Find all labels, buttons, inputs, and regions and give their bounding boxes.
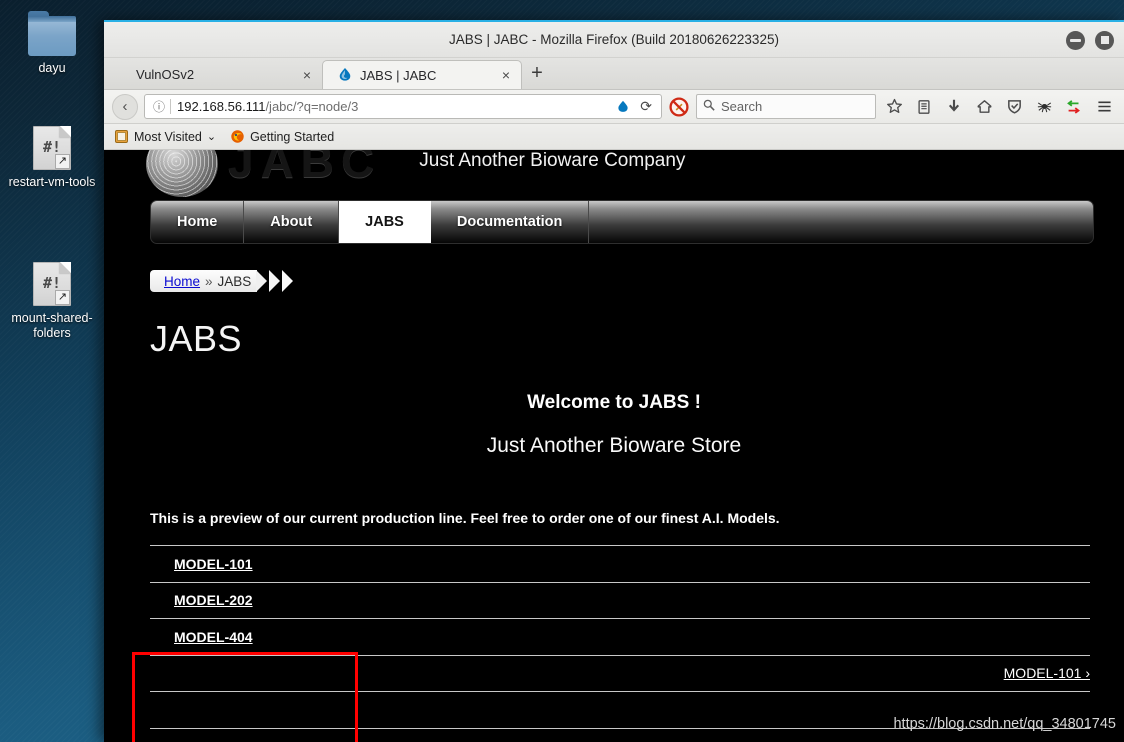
table-row: MODEL-404 xyxy=(150,618,1090,655)
desktop-icon-label: dayu xyxy=(38,61,66,75)
url-bar[interactable]: ⓘ 192.168.56.111/jabc/?q=node/3 ⟳ xyxy=(144,94,662,119)
bookmark-label: Most Visited xyxy=(134,129,202,144)
proxy-arrows-icon[interactable] xyxy=(1062,94,1086,120)
site-logo-wordmark: JABC xyxy=(228,150,382,187)
nav-filler xyxy=(589,201,1093,243)
chevron-down-icon: ⌄ xyxy=(206,131,217,143)
tab-close-icon[interactable]: × xyxy=(298,67,316,83)
shortcut-arrow-icon: ↗ xyxy=(55,154,70,169)
noscript-icon[interactable] xyxy=(668,96,690,118)
maximize-button[interactable] xyxy=(1095,30,1114,50)
breadcrumb-separator: » xyxy=(205,273,213,289)
drupal-detect-icon[interactable] xyxy=(616,99,630,115)
site-main-nav: Home About JABS Documentation xyxy=(150,200,1094,244)
urlbar-divider xyxy=(170,99,171,114)
hamburger-menu-icon[interactable] xyxy=(1092,94,1116,120)
site-header: JABC Just Another Bioware Company xyxy=(104,150,1124,197)
home-icon[interactable] xyxy=(972,94,996,120)
nav-item-jabs[interactable]: JABS xyxy=(339,201,431,243)
shortcut-arrow-icon: ↗ xyxy=(55,290,70,305)
window-controls xyxy=(1066,22,1114,58)
script-file-icon: #! ↗ xyxy=(33,126,71,170)
shebang-glyph: #! xyxy=(42,138,62,156)
breadcrumb-link-home[interactable]: Home xyxy=(164,274,200,289)
page-title: JABS xyxy=(150,318,243,359)
welcome-subheading: Just Another Bioware Store xyxy=(486,434,742,457)
bookmark-getting-started[interactable]: Getting Started xyxy=(230,129,334,144)
model-cell: MODEL-202 xyxy=(150,581,1090,619)
minimize-button[interactable] xyxy=(1066,30,1085,50)
reload-button[interactable]: ⟳ xyxy=(637,98,655,115)
table-row: MODEL-101 xyxy=(150,545,1090,582)
desktop-icon-label: restart-vm-tools xyxy=(8,175,96,189)
intro-paragraph: This is a preview of our current product… xyxy=(150,510,780,526)
url-path: /jabc/?q=node/3 xyxy=(265,99,359,114)
web-page: JABC Just Another Bioware Company Home A… xyxy=(104,150,1124,742)
bookmarks-toolbar: Most Visited ⌄ Getting Started xyxy=(104,124,1124,150)
page-viewport: JABC Just Another Bioware Company Home A… xyxy=(104,150,1124,742)
browser-window: JABS | JABC - Mozilla Firefox (Build 201… xyxy=(104,20,1124,742)
breadcrumb-inner: Home » JABS xyxy=(150,270,258,292)
tab-strip: VulnOSv2 × JABS | JABC × + xyxy=(104,58,1124,90)
bookmark-label: Getting Started xyxy=(250,129,335,144)
bookmark-most-visited[interactable]: Most Visited ⌄ xyxy=(114,129,216,144)
tab-label: VulnOSv2 xyxy=(136,67,195,82)
desktop-icon-dayu[interactable]: dayu xyxy=(0,11,104,76)
shebang-glyph: #! xyxy=(42,274,62,292)
urlbar-actions: ⟳ xyxy=(616,98,657,115)
drupal-droplet-icon xyxy=(337,67,353,83)
identity-info-icon[interactable]: ⓘ xyxy=(149,98,169,115)
browser-tab-jabs-jabc[interactable]: JABS | JABC × xyxy=(322,60,522,89)
search-input[interactable]: Search xyxy=(696,94,876,119)
desktop-icon-column: dayu #! ↗ restart-vm-tools #! ↗ mount-sh… xyxy=(0,0,104,742)
nav-item-home[interactable]: Home xyxy=(151,201,245,243)
table-row: MODEL-101 › xyxy=(150,654,1090,692)
new-tab-button[interactable]: + xyxy=(522,60,552,89)
shield-icon[interactable] xyxy=(1002,94,1026,120)
site-tagline: Just Another Bioware Company xyxy=(419,150,686,171)
breadcrumb: Home » JABS xyxy=(150,270,294,292)
model-link-101[interactable]: MODEL-101 xyxy=(174,556,253,572)
table-row: MODEL-202 xyxy=(150,581,1090,619)
pager-cell: MODEL-101 › xyxy=(150,654,1090,692)
nav-item-documentation[interactable]: Documentation xyxy=(431,201,590,243)
folder-icon xyxy=(28,11,76,56)
model-cell: MODEL-404 xyxy=(150,618,1090,655)
tab-close-icon[interactable]: × xyxy=(497,67,515,83)
search-icon xyxy=(703,99,715,114)
search-placeholder: Search xyxy=(721,99,763,114)
bookmark-star-icon[interactable] xyxy=(882,94,906,120)
window-titlebar: JABS | JABC - Mozilla Firefox (Build 201… xyxy=(104,22,1124,58)
spider-icon[interactable] xyxy=(1032,94,1056,120)
url-host: 192.168.56.111 xyxy=(177,99,266,114)
breadcrumb-chevron-icon xyxy=(256,270,268,292)
browser-tab-vulnosv2[interactable]: VulnOSv2 × xyxy=(122,60,322,89)
desktop-icon-restart-vm-tools[interactable]: #! ↗ restart-vm-tools xyxy=(0,126,104,190)
most-visited-icon xyxy=(114,129,129,144)
breadcrumb-chevron-icon xyxy=(282,270,294,292)
desktop: dayu #! ↗ restart-vm-tools #! ↗ mount-sh… xyxy=(0,0,1124,742)
desktop-icon-label: mount-shared-folders xyxy=(11,311,93,340)
back-button[interactable]: ‹ xyxy=(112,93,138,120)
desktop-icon-mount-shared-folders[interactable]: #! ↗ mount-shared-folders xyxy=(0,262,104,341)
model-link-404[interactable]: MODEL-404 xyxy=(174,629,253,645)
jabc-globe-logo-icon xyxy=(146,150,218,197)
url-text: 192.168.56.111/jabc/?q=node/3 xyxy=(177,99,616,114)
library-icon[interactable] xyxy=(912,94,936,120)
navigation-toolbar: ‹ ⓘ 192.168.56.111/jabc/?q=node/3 ⟳ Sear… xyxy=(104,90,1124,124)
nav-item-about[interactable]: About xyxy=(244,201,340,243)
model-cell: MODEL-101 xyxy=(150,545,1090,582)
window-title: JABS | JABC - Mozilla Firefox (Build 201… xyxy=(449,32,779,47)
firefox-icon xyxy=(230,129,245,144)
breadcrumb-chevron-icon xyxy=(269,270,281,292)
welcome-heading: Welcome to JABS ! xyxy=(527,392,701,413)
watermark-text: https://blog.csdn.net/qq_34801745 xyxy=(893,716,1116,732)
pager-next-link[interactable]: MODEL-101 › xyxy=(1004,665,1090,681)
script-file-icon: #! ↗ xyxy=(33,262,71,306)
downloads-icon[interactable] xyxy=(942,94,966,120)
model-list-table: MODEL-101 MODEL-202 MODEL-404 MODEL-101 … xyxy=(150,545,1090,729)
breadcrumb-current: JABS xyxy=(217,273,252,289)
model-link-202[interactable]: MODEL-202 xyxy=(174,592,253,608)
tab-label: JABS | JABC xyxy=(360,67,437,83)
